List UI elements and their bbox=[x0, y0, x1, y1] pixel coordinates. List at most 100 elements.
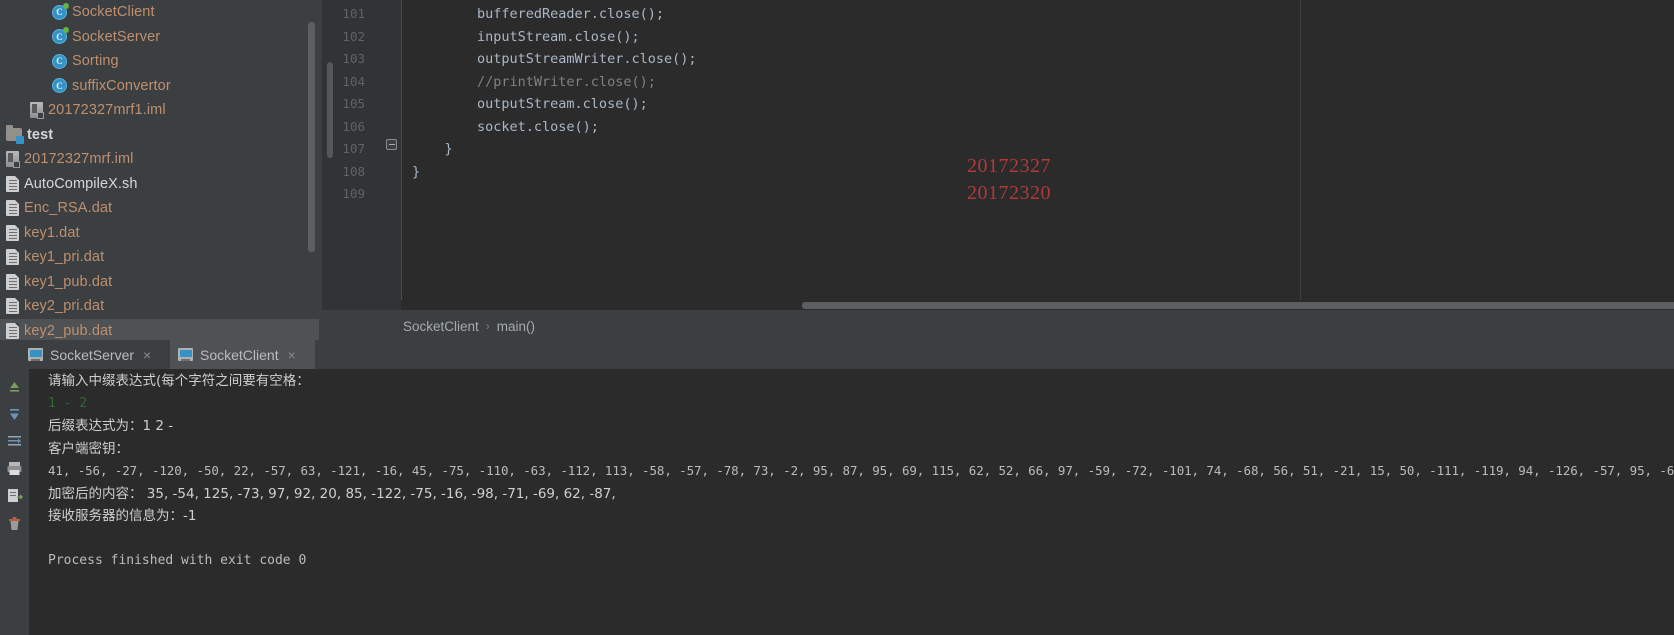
console-line: 客户端密钥： bbox=[48, 440, 129, 457]
java-class-runnable-icon: C bbox=[52, 27, 69, 45]
module-iml-icon bbox=[30, 102, 44, 120]
module-iml-icon bbox=[6, 151, 20, 169]
tab-socketclient[interactable]: SocketClient × bbox=[170, 340, 315, 369]
breadcrumb-item-class[interactable]: SocketClient bbox=[403, 319, 479, 334]
code-line[interactable]: outputStream.close(); bbox=[412, 93, 648, 116]
console-line: 请输入中缀表达式(每个字符之间要有空格： bbox=[48, 373, 310, 389]
tree-item-key1-dat[interactable]: key1.dat bbox=[0, 221, 319, 246]
clear-all-icon[interactable] bbox=[5, 514, 24, 533]
tree-item-sorting[interactable]: C Sorting bbox=[0, 49, 319, 74]
tree-item-label: AutoCompileX.sh bbox=[24, 175, 138, 192]
code-line[interactable]: //printWriter.close(); bbox=[412, 71, 656, 94]
scroll-down-icon[interactable] bbox=[5, 405, 24, 424]
ide-window: C SocketClient C SocketServer C Sorting Csuffi… bbox=[0, 0, 1674, 635]
tree-item-label: SocketServer bbox=[72, 28, 161, 45]
code-line[interactable]: bufferedReader.close(); bbox=[412, 3, 664, 26]
console-output[interactable]: 请输入中缀表达式(每个字符之间要有空格： 1 - 2 后缀表达式为：1 2 - 客户端… bbox=[29, 369, 1674, 635]
console-line: 接收服务器的信息为：-1 bbox=[48, 508, 197, 524]
console-line: 41, -56, -27, -120, -50, 22, -57, 63, -1… bbox=[48, 463, 1674, 478]
tree-item-label: suffixConvertor bbox=[72, 77, 171, 94]
tree-item-label: key1.dat bbox=[24, 224, 80, 241]
editor-horizontal-scrollbar[interactable] bbox=[401, 300, 1674, 310]
line-number: 105 bbox=[342, 96, 365, 111]
line-number: 102 bbox=[342, 28, 365, 44]
code-line[interactable]: } bbox=[412, 138, 453, 161]
editor-right-divider bbox=[1300, 0, 1301, 300]
tree-item-label: key1_pub.dat bbox=[24, 273, 113, 290]
tree-item-socketserver[interactable]: C SocketServer bbox=[0, 25, 319, 50]
soft-wrap-icon[interactable] bbox=[5, 432, 24, 451]
editor-horizontal-scrollbar-thumb[interactable] bbox=[802, 302, 1674, 309]
line-number: 101 bbox=[342, 6, 365, 21]
code-line[interactable]: } bbox=[412, 161, 420, 184]
editor-folding-column[interactable] bbox=[381, 0, 402, 310]
code-line[interactable]: inputStream.close(); bbox=[412, 26, 640, 49]
tree-item-label: key2_pri.dat bbox=[24, 298, 105, 315]
tab-label: SocketServer bbox=[50, 346, 135, 363]
file-icon bbox=[6, 200, 19, 217]
tab-socketserver[interactable]: SocketServer × bbox=[20, 340, 170, 369]
tree-item-20172327mrf1-iml[interactable]: 20172327mrf1.iml bbox=[0, 98, 319, 123]
tree-item-label: test bbox=[27, 126, 54, 143]
line-number: 109 bbox=[342, 186, 365, 201]
file-icon bbox=[6, 298, 19, 315]
console-panel: 请输入中缀表达式(每个字符之间要有空格： 1 - 2 后缀表达式为：1 2 - 客户端… bbox=[0, 369, 1674, 635]
tree-item-label: Sorting bbox=[72, 53, 119, 70]
line-number: 106 bbox=[342, 118, 365, 134]
tree-item-socketclient[interactable]: C SocketClient bbox=[0, 0, 319, 25]
tree-item-key2-pri-dat[interactable]: key2_pri.dat bbox=[0, 294, 319, 319]
tree-item-label: 20172327mrf.iml bbox=[24, 151, 134, 168]
export-icon[interactable] bbox=[5, 486, 24, 505]
code-line[interactable]: outputStreamWriter.close(); bbox=[412, 48, 696, 71]
tree-item-20172327mrf-iml[interactable]: 20172327mrf.iml bbox=[0, 147, 319, 172]
console-toolbar[interactable] bbox=[0, 369, 29, 635]
scroll-up-icon[interactable] bbox=[5, 378, 24, 397]
java-class-icon: C bbox=[52, 53, 67, 69]
line-number: 103 bbox=[342, 51, 365, 66]
breadcrumb[interactable]: SocketClient › main() bbox=[319, 310, 1674, 342]
file-icon bbox=[6, 322, 19, 339]
tree-item-label: key1_pri.dat bbox=[24, 249, 105, 266]
tree-item-label: Enc_RSA.dat bbox=[24, 200, 113, 217]
tree-item-key2-pub-dat[interactable]: key2_pub.dat bbox=[0, 318, 319, 340]
file-icon bbox=[6, 224, 19, 241]
java-class-runnable-icon: C bbox=[52, 2, 69, 20]
run-config-icon bbox=[28, 348, 43, 361]
console-tab-bar[interactable]: SocketServer × SocketClient × bbox=[0, 340, 1674, 370]
code-editor[interactable]: 101 bufferedReader.close(); 102 inputStre… bbox=[319, 0, 1674, 310]
tab-close-icon[interactable]: × bbox=[288, 348, 296, 362]
tree-item-label: 20172327mrf1.iml bbox=[48, 102, 166, 119]
console-line: 1 - 2 bbox=[48, 395, 88, 411]
tree-item-test[interactable]: test bbox=[0, 123, 319, 148]
tree-item-key1-pri-dat[interactable]: key1_pri.dat bbox=[0, 245, 319, 270]
watermark-stamp: 20172327 bbox=[967, 155, 1051, 177]
code-fold-icon[interactable] bbox=[386, 139, 397, 150]
file-icon bbox=[6, 273, 19, 290]
tab-close-icon[interactable]: × bbox=[143, 348, 151, 362]
print-icon[interactable] bbox=[5, 459, 24, 478]
watermark-stamp: 20172320 bbox=[967, 182, 1051, 204]
tree-item-suffixconvertor[interactable]: CsuffixConvertor bbox=[0, 74, 319, 99]
tree-item-label: SocketClient bbox=[72, 4, 155, 21]
breadcrumb-separator-icon: › bbox=[485, 319, 490, 333]
run-config-icon bbox=[178, 348, 193, 361]
tree-item-autocompilex-sh[interactable]: AutoCompileX.sh bbox=[0, 172, 319, 197]
tab-label: SocketClient bbox=[200, 346, 279, 363]
tree-item-label: key2_pub.dat bbox=[24, 322, 113, 339]
console-line: 加密后的内容： 35, -54, 125, -73, 97, 92, 20, 8… bbox=[48, 485, 616, 502]
file-icon bbox=[6, 249, 19, 266]
console-line: Process finished with exit code 0 bbox=[48, 553, 307, 568]
line-number: 104 bbox=[342, 73, 365, 89]
tree-item-key1-pub-dat[interactable]: key1_pub.dat bbox=[0, 270, 319, 295]
breadcrumb-item-method[interactable]: main() bbox=[497, 319, 535, 334]
code-line[interactable]: socket.close(); bbox=[412, 116, 599, 139]
java-class-icon: C bbox=[52, 78, 67, 94]
project-tree-panel[interactable]: C SocketClient C SocketServer C Sorting Csuffi… bbox=[0, 0, 319, 340]
line-number: 107 bbox=[342, 141, 365, 156]
console-line: 后缀表达式为：1 2 - bbox=[48, 418, 174, 434]
file-icon bbox=[6, 175, 19, 192]
folder-test-icon bbox=[6, 125, 24, 145]
line-number: 108 bbox=[342, 163, 365, 179]
tree-item-enc-rsa-dat[interactable]: Enc_RSA.dat bbox=[0, 196, 319, 221]
project-tree-scrollbar[interactable] bbox=[308, 22, 315, 252]
